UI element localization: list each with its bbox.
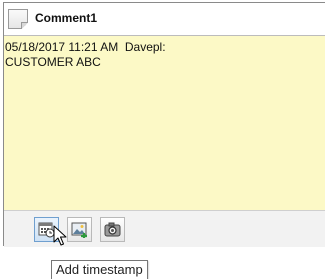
stage: Comment1 05/18/2017 11:21 AM Davepl: CUS… [0, 0, 325, 279]
insert-image-icon [71, 222, 87, 238]
insert-image-button[interactable] [67, 217, 92, 242]
tooltip-text: Add timestamp [56, 262, 143, 277]
comment-title-bar[interactable]: Comment1 [4, 3, 325, 36]
tooltip: Add timestamp [51, 260, 148, 279]
comment-title: Comment1 [35, 11, 98, 25]
note-icon [8, 9, 28, 29]
camera-button[interactable] [100, 217, 125, 242]
camera-icon [104, 222, 121, 237]
mouse-pointer-icon [53, 225, 67, 246]
comment-text-line: CUSTOMER ABC [5, 55, 101, 69]
comment-text-area[interactable]: 05/18/2017 11:21 AM Davepl: CUSTOMER ABC [4, 36, 325, 210]
comment-window: Comment1 05/18/2017 11:21 AM Davepl: CUS… [3, 2, 325, 247]
comment-timestamp-line: 05/18/2017 11:21 AM Davepl: [5, 40, 166, 54]
